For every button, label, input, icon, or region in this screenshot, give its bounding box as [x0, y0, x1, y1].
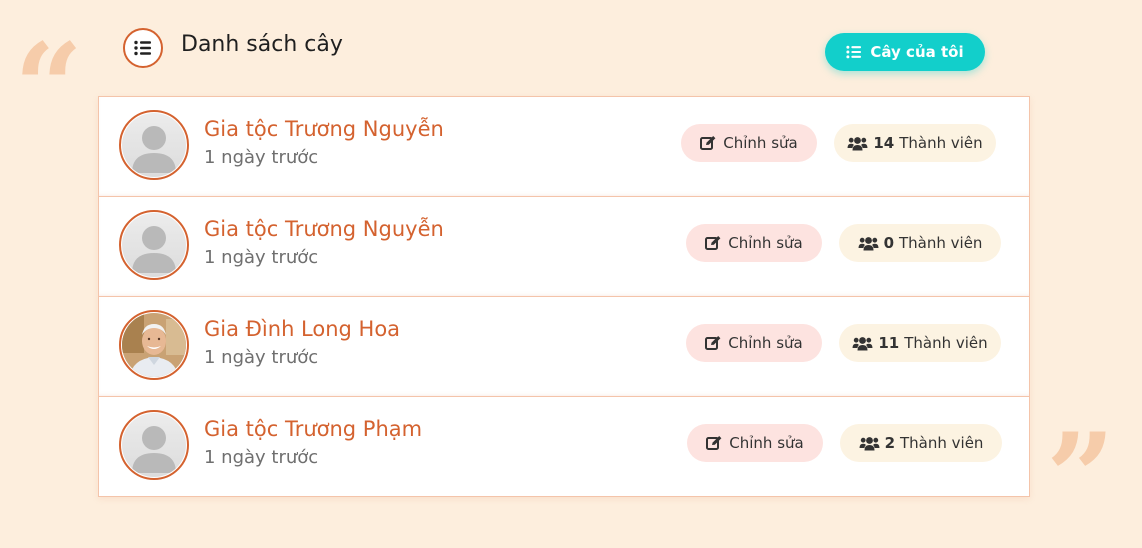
members-button[interactable]: 0 Thành viên [839, 224, 1001, 262]
default-avatar-icon [122, 113, 186, 177]
page-header: Danh sách cây Cây của tôi [123, 28, 987, 74]
tree-updated-time: 1 ngày trước [204, 347, 319, 368]
tree-name[interactable]: Gia Đình Long Hoa [204, 317, 400, 341]
tree-row[interactable]: Gia tộc Trương Phạm 1 ngày trước Chỉnh s… [99, 397, 1029, 496]
my-trees-button[interactable]: Cây của tôi [825, 33, 985, 71]
edit-button-label: Chỉnh sửa [729, 434, 804, 452]
tree-name[interactable]: Gia tộc Trương Phạm [204, 417, 422, 441]
default-avatar-icon [122, 413, 186, 477]
edit-button[interactable]: Chỉnh sửa [686, 224, 822, 262]
avatar[interactable] [119, 310, 189, 380]
edit-button-label: Chỉnh sửa [728, 334, 803, 352]
tree-name[interactable]: Gia tộc Trương Nguyễn [204, 117, 444, 141]
users-icon [852, 336, 873, 351]
edit-button[interactable]: Chỉnh sửa [687, 424, 823, 462]
list-icon [846, 45, 862, 59]
users-icon [859, 436, 880, 451]
member-count: 11 [878, 334, 900, 352]
tree-updated-time: 1 ngày trước [204, 247, 319, 268]
edit-icon [706, 435, 723, 451]
person-photo-avatar [122, 313, 186, 377]
tree-updated-time: 1 ngày trước [204, 447, 319, 468]
member-count: 2 [884, 434, 895, 452]
members-button[interactable]: 14 Thành viên [834, 124, 996, 162]
close-quote-decoration: ” [1046, 407, 1116, 548]
avatar[interactable] [119, 410, 189, 480]
member-label: Thành viên [899, 234, 983, 252]
edit-button[interactable]: Chỉnh sửa [681, 124, 817, 162]
members-button[interactable]: 11 Thành viên [839, 324, 1001, 362]
avatar[interactable] [119, 210, 189, 280]
member-label: Thành viên [899, 134, 983, 152]
default-avatar-icon [122, 213, 186, 277]
edit-icon [700, 135, 717, 151]
tree-row[interactable]: Gia Đình Long Hoa 1 ngày trước Chỉnh sửa [99, 297, 1029, 397]
tree-name[interactable]: Gia tộc Trương Nguyễn [204, 217, 444, 241]
page-title: Danh sách cây [181, 32, 343, 57]
member-count: 14 [873, 134, 895, 152]
edit-button-label: Chỉnh sửa [723, 134, 798, 152]
avatar[interactable] [119, 110, 189, 180]
users-icon [847, 136, 868, 151]
member-count: 0 [883, 234, 894, 252]
tree-row[interactable]: Gia tộc Trương Nguyễn 1 ngày trước Chỉnh… [99, 197, 1029, 297]
users-icon [858, 236, 879, 251]
edit-button[interactable]: Chỉnh sửa [686, 324, 822, 362]
edit-icon [705, 335, 722, 351]
members-button[interactable]: 2 Thành viên [840, 424, 1002, 462]
edit-icon [705, 235, 722, 251]
edit-button-label: Chỉnh sửa [728, 234, 803, 252]
tree-list: Gia tộc Trương Nguyễn 1 ngày trước Chỉnh… [98, 96, 1030, 497]
tree-updated-time: 1 ngày trước [204, 147, 319, 168]
tree-row[interactable]: Gia tộc Trương Nguyễn 1 ngày trước Chỉnh… [99, 97, 1029, 197]
my-trees-button-label: Cây của tôi [870, 43, 964, 61]
member-label: Thành viên [904, 334, 988, 352]
open-quote-decoration: “ [14, 17, 84, 158]
list-icon [123, 28, 163, 68]
member-label: Thành viên [900, 434, 984, 452]
